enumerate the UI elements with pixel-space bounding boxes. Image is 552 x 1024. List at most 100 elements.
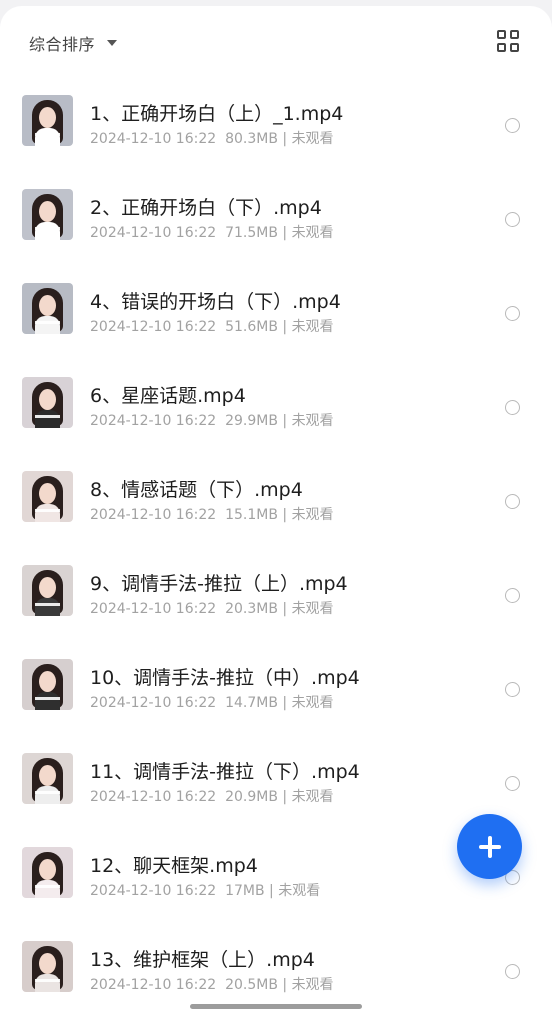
file-row[interactable]: 8、情感话题（下）.mp4 2024-12-10 16:22 15.1MB | 未… — [0, 457, 552, 551]
meta-separator: | — [277, 601, 292, 617]
video-thumbnail — [22, 659, 73, 710]
file-row[interactable]: 9、调情手法-推拉（上）.mp4 2024-12-10 16:22 20.3MB … — [0, 551, 552, 645]
file-size: 29.9MB — [225, 413, 278, 429]
file-row[interactable]: 10、调情手法-推拉（中）.mp4 2024-12-10 16:22 14.7MB… — [0, 645, 552, 739]
add-button[interactable] — [457, 814, 522, 879]
select-radio[interactable] — [505, 118, 520, 133]
meta-separator: | — [277, 131, 292, 147]
file-row[interactable]: 1、正确开场白（上）_1.mp4 2024-12-10 16:22 80.3MB … — [0, 81, 552, 175]
file-title: 9、调情手法-推拉（上）.mp4 — [90, 573, 348, 595]
select-radio[interactable] — [505, 306, 520, 321]
meta-gap — [216, 977, 225, 993]
meta-gap — [216, 695, 225, 711]
file-meta: 2024-12-10 16:22 15.1MB | 未观看 — [90, 504, 334, 524]
file-size: 20.9MB — [225, 789, 278, 805]
watch-status: 未观看 — [291, 131, 334, 147]
file-title: 10、调情手法-推拉（中）.mp4 — [90, 667, 360, 689]
select-radio[interactable] — [505, 776, 520, 791]
meta-gap — [216, 225, 225, 241]
file-row[interactable]: 6、星座话题.mp4 2024-12-10 16:22 29.9MB | 未观看 — [0, 363, 552, 457]
meta-gap — [216, 319, 225, 335]
file-meta: 2024-12-10 16:22 17MB | 未观看 — [90, 880, 320, 900]
watch-status: 未观看 — [291, 413, 334, 429]
meta-gap — [216, 131, 225, 147]
video-thumbnail — [22, 847, 73, 898]
file-date: 2024-12-10 16:22 — [90, 319, 217, 335]
meta-gap — [216, 883, 225, 899]
meta-gap — [216, 601, 225, 617]
file-date: 2024-12-10 16:22 — [90, 507, 217, 523]
meta-gap — [216, 413, 225, 429]
video-thumbnail — [22, 95, 73, 146]
file-date: 2024-12-10 16:22 — [90, 601, 217, 617]
video-thumbnail — [22, 283, 73, 334]
file-date: 2024-12-10 16:22 — [90, 789, 217, 805]
file-meta: 2024-12-10 16:22 51.6MB | 未观看 — [90, 316, 334, 336]
sort-label: 综合排序 — [29, 35, 96, 54]
file-list: 1、正确开场白（上）_1.mp4 2024-12-10 16:22 80.3MB … — [0, 81, 552, 1021]
meta-gap — [216, 507, 225, 523]
grid-view-icon[interactable] — [497, 30, 519, 52]
file-title: 1、正确开场白（上）_1.mp4 — [90, 103, 344, 125]
home-indicator — [190, 1004, 362, 1009]
watch-status: 未观看 — [291, 789, 334, 805]
file-date: 2024-12-10 16:22 — [90, 977, 217, 993]
file-title: 12、聊天框架.mp4 — [90, 855, 258, 877]
watch-status: 未观看 — [291, 225, 334, 241]
watch-status: 未观看 — [291, 977, 334, 993]
meta-separator: | — [277, 319, 292, 335]
file-size: 51.6MB — [225, 319, 278, 335]
video-thumbnail — [22, 377, 73, 428]
select-radio[interactable] — [505, 400, 520, 415]
watch-status: 未观看 — [291, 507, 334, 523]
meta-separator: | — [277, 695, 292, 711]
file-date: 2024-12-10 16:22 — [90, 131, 217, 147]
file-size: 20.5MB — [225, 977, 278, 993]
video-thumbnail — [22, 753, 73, 804]
select-radio[interactable] — [505, 682, 520, 697]
file-date: 2024-12-10 16:22 — [90, 225, 217, 241]
toolbar: 综合排序 — [0, 6, 552, 78]
file-row[interactable]: 4、错误的开场白（下）.mp4 2024-12-10 16:22 51.6MB |… — [0, 269, 552, 363]
file-meta: 2024-12-10 16:22 20.5MB | 未观看 — [90, 974, 334, 994]
select-radio[interactable] — [505, 964, 520, 979]
meta-separator: | — [277, 507, 292, 523]
video-thumbnail — [22, 471, 73, 522]
file-date: 2024-12-10 16:22 — [90, 883, 217, 899]
file-meta: 2024-12-10 16:22 14.7MB | 未观看 — [90, 692, 334, 712]
meta-separator: | — [264, 883, 279, 899]
plus-icon — [478, 835, 501, 858]
file-size: 15.1MB — [225, 507, 278, 523]
watch-status: 未观看 — [291, 319, 334, 335]
meta-separator: | — [277, 413, 292, 429]
select-radio[interactable] — [505, 588, 520, 603]
file-meta: 2024-12-10 16:22 20.3MB | 未观看 — [90, 598, 334, 618]
file-title: 8、情感话题（下）.mp4 — [90, 479, 303, 501]
sort-dropdown[interactable]: 综合排序 — [29, 30, 118, 56]
file-size: 14.7MB — [225, 695, 278, 711]
video-thumbnail — [22, 189, 73, 240]
meta-gap — [216, 789, 225, 805]
file-row[interactable]: 2、正确开场白（下）.mp4 2024-12-10 16:22 71.5MB | … — [0, 175, 552, 269]
file-row[interactable]: 11、调情手法-推拉（下）.mp4 2024-12-10 16:22 20.9MB… — [0, 739, 552, 833]
file-date: 2024-12-10 16:22 — [90, 695, 217, 711]
file-meta: 2024-12-10 16:22 20.9MB | 未观看 — [90, 786, 334, 806]
file-meta: 2024-12-10 16:22 80.3MB | 未观看 — [90, 128, 334, 148]
select-radio[interactable] — [505, 494, 520, 509]
caret-down-icon — [107, 40, 118, 46]
file-title: 11、调情手法-推拉（下）.mp4 — [90, 761, 360, 783]
select-radio[interactable] — [505, 212, 520, 227]
file-title: 4、错误的开场白（下）.mp4 — [90, 291, 341, 313]
file-meta: 2024-12-10 16:22 71.5MB | 未观看 — [90, 222, 334, 242]
video-thumbnail — [22, 941, 73, 992]
meta-separator: | — [277, 977, 292, 993]
file-title: 13、维护框架（上）.mp4 — [90, 949, 315, 971]
file-size: 17MB — [225, 883, 265, 899]
meta-separator: | — [277, 789, 292, 805]
video-thumbnail — [22, 565, 73, 616]
file-meta: 2024-12-10 16:22 29.9MB | 未观看 — [90, 410, 334, 430]
file-date: 2024-12-10 16:22 — [90, 413, 217, 429]
watch-status: 未观看 — [278, 883, 321, 899]
watch-status: 未观看 — [291, 601, 334, 617]
file-size: 20.3MB — [225, 601, 278, 617]
